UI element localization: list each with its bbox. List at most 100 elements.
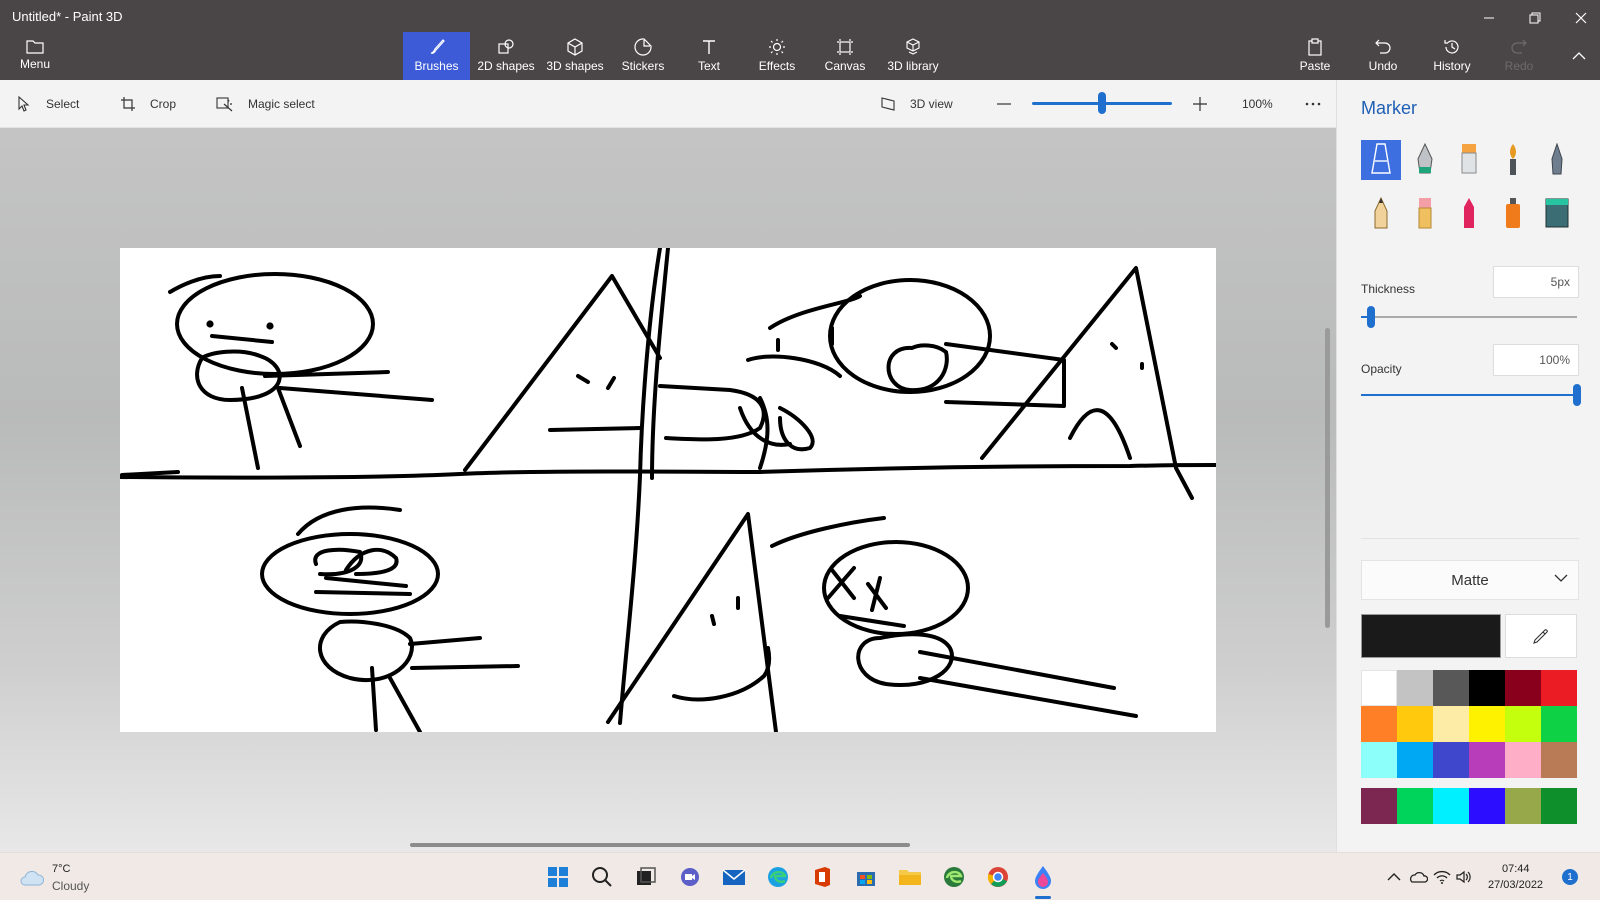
clock-date[interactable]: 27/03/2022 [1488,879,1543,891]
tab-2d-shapes[interactable]: 2D shapes [470,32,542,80]
thickness-input[interactable]: 5px [1493,266,1579,298]
wifi-button[interactable] [1430,861,1454,893]
color-swatch[interactable] [1361,706,1397,742]
color-swatch[interactable] [1505,742,1541,778]
3d-view-toggle[interactable]: 3D view [880,80,953,128]
eraser-brush[interactable] [1405,194,1445,234]
tab-text[interactable]: Text [678,32,740,80]
color-swatch[interactable] [1397,670,1433,706]
select-tool[interactable]: Select [16,80,79,128]
drawing-canvas[interactable] [120,248,1216,732]
pencil-brush[interactable] [1361,194,1401,234]
color-swatch[interactable] [1361,742,1397,778]
color-swatch[interactable] [1505,670,1541,706]
edge-dev-button[interactable] [938,861,970,893]
custom-color-swatch[interactable] [1541,788,1577,824]
thickness-slider[interactable] [1361,316,1577,318]
redo-button[interactable]: Redo [1494,32,1544,80]
store-button[interactable] [850,861,882,893]
more-options-button[interactable] [1305,80,1335,128]
crop-icon [121,97,135,111]
clock-time[interactable]: 07:44 [1502,863,1530,875]
paste-button[interactable]: Paste [1290,32,1340,80]
eyedropper-button[interactable] [1505,614,1577,658]
weather-widget[interactable] [16,861,48,893]
zoom-in-button[interactable] [1192,80,1222,128]
finish-dropdown[interactable]: Matte [1361,560,1579,600]
color-swatch[interactable] [1469,670,1505,706]
opacity-slider[interactable] [1361,394,1577,396]
restore-button[interactable] [1512,4,1558,32]
close-button[interactable] [1558,4,1600,32]
color-swatch[interactable] [1433,706,1469,742]
task-view-button[interactable] [630,861,662,893]
color-swatch[interactable] [1361,670,1397,706]
tab-effects[interactable]: Effects [744,32,810,80]
minimize-button[interactable] [1466,4,1512,32]
zoom-out-button[interactable] [996,80,1026,128]
file-explorer-button[interactable] [894,861,926,893]
vertical-scrollbar[interactable] [1325,328,1330,628]
spray-can-brush[interactable] [1493,194,1533,234]
mail-button[interactable] [718,861,750,893]
undo-label: Undo [1368,59,1398,73]
marker-brush[interactable] [1361,140,1401,180]
tab-3d-shapes[interactable]: 3D shapes [542,32,608,80]
tab-canvas[interactable]: Canvas [812,32,878,80]
notification-badge[interactable]: 1 [1562,869,1578,885]
edge-browser-button[interactable] [762,861,794,893]
custom-color-swatch[interactable] [1505,788,1541,824]
zoom-value[interactable]: 100% [1242,80,1273,128]
color-swatch[interactable] [1469,742,1505,778]
color-swatch[interactable] [1433,670,1469,706]
chevron-up-icon [1572,52,1586,60]
magic-select-tool[interactable]: Magic select [216,80,315,128]
paint3d-button[interactable] [1027,861,1059,893]
custom-color-swatch[interactable] [1433,788,1469,824]
current-color-swatch[interactable] [1361,614,1501,658]
crayon-brush[interactable] [1449,194,1489,234]
opacity-slider-thumb[interactable] [1573,384,1581,406]
color-swatch[interactable] [1505,706,1541,742]
calligraphy-brush[interactable] [1405,140,1445,180]
tab-brushes[interactable]: Brushes [403,32,470,80]
color-swatch[interactable] [1541,742,1577,778]
color-swatch[interactable] [1469,706,1505,742]
tab-stickers[interactable]: Stickers [610,32,676,80]
custom-color-swatch[interactable] [1397,788,1433,824]
watercolor-brush[interactable] [1493,140,1533,180]
office-button[interactable] [806,861,838,893]
onedrive-button[interactable] [1406,861,1430,893]
canvas-icon [837,39,853,55]
tab-3d-library[interactable]: 3D library [880,32,946,80]
volume-button[interactable] [1452,861,1476,893]
zoom-slider-thumb[interactable] [1098,92,1106,114]
search-button[interactable] [586,861,618,893]
chrome-button[interactable] [982,861,1014,893]
custom-color-swatch[interactable] [1469,788,1505,824]
collapse-ribbon-button[interactable] [1556,42,1600,70]
teams-chat-button[interactable] [674,861,706,893]
color-swatch[interactable] [1541,670,1577,706]
history-button[interactable]: History [1426,32,1478,80]
show-hidden-icons-button[interactable] [1382,861,1406,893]
custom-color-swatch[interactable] [1361,788,1397,824]
pencil-icon [1374,197,1388,229]
crop-tool[interactable]: Crop [120,80,176,128]
color-swatch[interactable] [1397,706,1433,742]
color-swatch[interactable] [1541,706,1577,742]
undo-button[interactable]: Undo [1358,32,1408,80]
horizontal-scrollbar[interactable] [410,843,910,847]
oil-brush[interactable] [1449,140,1489,180]
opacity-input[interactable]: 100% [1493,344,1579,376]
fill-bucket-brush[interactable] [1537,194,1577,234]
2d-shapes-icon [498,39,514,54]
menu-button[interactable]: Menu [12,32,58,80]
color-swatch[interactable] [1397,742,1433,778]
pixel-pen-brush[interactable] [1537,140,1577,180]
color-swatch[interactable] [1433,742,1469,778]
thickness-slider-thumb[interactable] [1367,306,1375,328]
cloud-icon [20,870,45,886]
office-icon [815,867,830,887]
start-button[interactable] [542,861,574,893]
